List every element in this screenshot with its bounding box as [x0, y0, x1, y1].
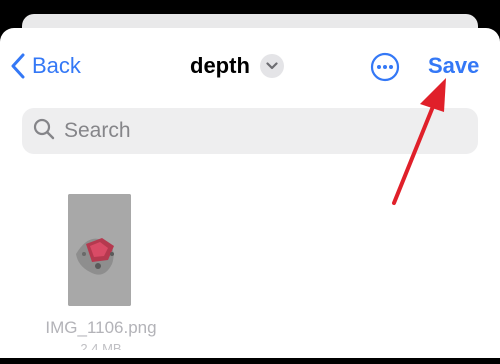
chevron-left-icon	[10, 53, 26, 79]
file-thumbnail	[68, 194, 131, 306]
more-options-button[interactable]	[370, 52, 400, 82]
folder-title-menu[interactable]: depth	[190, 52, 284, 80]
search-icon	[22, 117, 56, 146]
file-picker-sheet: Back depth Save Search IMG_1106.png 2.4 …	[0, 28, 500, 358]
chevron-down-icon	[259, 54, 284, 78]
folder-title: depth	[190, 53, 250, 78]
back-label: Back	[32, 53, 81, 78]
save-button[interactable]: Save	[428, 52, 479, 80]
back-button[interactable]: Back	[10, 52, 81, 80]
ellipsis-circle-icon	[370, 52, 400, 86]
file-item[interactable]: IMG_1106.png 2.4 MB	[28, 194, 174, 364]
search-input[interactable]	[62, 118, 446, 144]
search-bar[interactable]	[22, 108, 478, 154]
file-name: IMG_1106.png	[45, 318, 157, 337]
